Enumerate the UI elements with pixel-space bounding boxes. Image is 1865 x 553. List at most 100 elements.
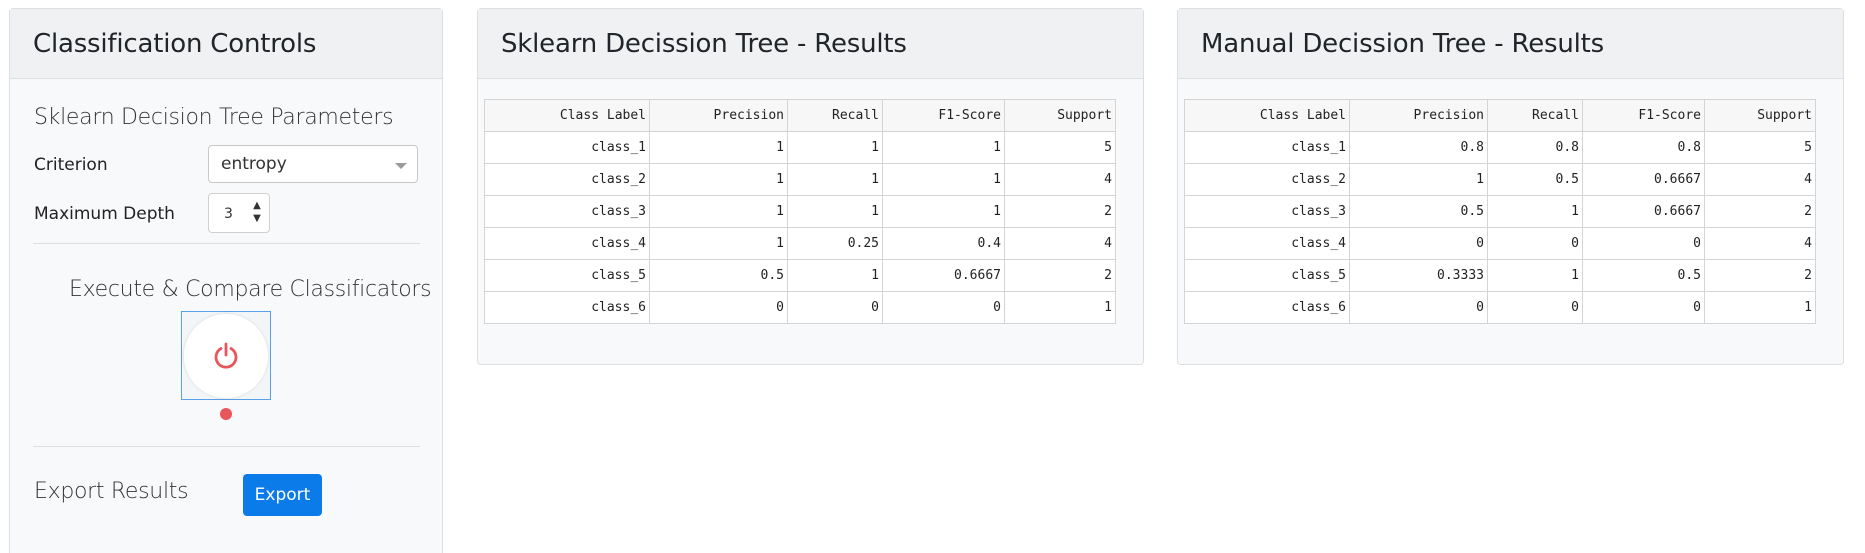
table-header-row: Class Label Precision Recall F1-Score Suppor…	[484, 99, 1116, 132]
table-cell: 0	[1582, 227, 1705, 260]
controls-header: Classification Controls	[10, 9, 442, 79]
criterion-label: Criterion	[34, 155, 108, 175]
power-icon	[214, 342, 238, 369]
column-header: Recall	[787, 99, 883, 132]
max-depth-value: 3	[224, 206, 233, 222]
caret-down-icon	[395, 163, 407, 169]
table-row: class_5 0.3333 1 0.5 2	[1184, 259, 1816, 292]
table-cell: 0.4	[882, 227, 1005, 260]
table-cell: 0.5	[1582, 259, 1705, 292]
table-cell: class_6	[484, 291, 650, 324]
table-cell: 0.8	[1349, 131, 1488, 164]
table-cell: 4	[1004, 227, 1116, 260]
sklearn-results-panel: Sklearn Decission Tree - Results Class L…	[477, 8, 1144, 365]
chevron-down-icon[interactable]: ▼	[251, 213, 263, 225]
table-cell: 0.5	[1487, 163, 1583, 196]
table-row: class_5 0.5 1 0.6667 2	[484, 259, 1116, 292]
table-cell: 2	[1704, 195, 1816, 228]
table-row: class_1 0.8 0.8 0.8 5	[1184, 131, 1816, 164]
table-cell: 1	[649, 195, 788, 228]
column-header: F1-Score	[1582, 99, 1705, 132]
table-cell: class_4	[484, 227, 650, 260]
table-cell: 1	[882, 195, 1005, 228]
manual-results-panel: Manual Decission Tree - Results Class La…	[1177, 8, 1844, 365]
table-cell: 0	[1349, 227, 1488, 260]
power-button-face[interactable]	[184, 314, 268, 398]
table-cell: 1	[882, 131, 1005, 164]
table-cell: 1	[1349, 163, 1488, 196]
table-cell: 1	[649, 163, 788, 196]
table-cell: 0.6667	[1582, 195, 1705, 228]
table-cell: 5	[1004, 131, 1116, 164]
manual-header: Manual Decission Tree - Results	[1178, 9, 1843, 79]
column-header: F1-Score	[882, 99, 1005, 132]
column-header: Class Label	[484, 99, 650, 132]
table-cell: 2	[1004, 195, 1116, 228]
column-header: Class Label	[1184, 99, 1350, 132]
table-row: class_4 1 0.25 0.4 4	[484, 227, 1116, 260]
table-cell: 0	[882, 291, 1005, 324]
max-depth-input[interactable]: 3 ▲ ▼	[208, 193, 270, 233]
table-cell: class_3	[484, 195, 650, 228]
table-cell: class_1	[484, 131, 650, 164]
table-cell: 0.5	[1349, 195, 1488, 228]
column-header: Support	[1004, 99, 1116, 132]
status-indicator-dot	[220, 408, 232, 420]
controls-title: Classification Controls	[33, 28, 317, 59]
table-cell: class_6	[1184, 291, 1350, 324]
column-header: Precision	[649, 99, 788, 132]
table-cell: class_1	[1184, 131, 1350, 164]
table-cell: class_5	[1184, 259, 1350, 292]
table-cell: 0.6667	[1582, 163, 1705, 196]
table-cell: 0.5	[649, 259, 788, 292]
column-header: Recall	[1487, 99, 1583, 132]
table-cell: 0	[1349, 291, 1488, 324]
manual-title: Manual Decission Tree - Results	[1201, 28, 1605, 59]
table-cell: 1	[649, 131, 788, 164]
execute-section-title: Execute & Compare Classificators	[69, 277, 432, 302]
execute-button[interactable]	[181, 311, 271, 400]
table-cell: 0.8	[1487, 131, 1583, 164]
table-cell: 1	[882, 163, 1005, 196]
criterion-selected-value: entropy	[221, 154, 287, 174]
column-header: Precision	[1349, 99, 1488, 132]
table-cell: 1	[649, 227, 788, 260]
export-button[interactable]: Export	[243, 474, 322, 516]
table-cell: 2	[1004, 259, 1116, 292]
sklearn-header: Sklearn Decission Tree - Results	[478, 9, 1143, 79]
export-section-title: Export Results	[34, 479, 189, 504]
max-depth-label: Maximum Depth	[34, 204, 175, 224]
table-cell: 0.25	[787, 227, 883, 260]
table-cell: 0	[787, 291, 883, 324]
table-row: class_6 0 0 0 1	[1184, 291, 1816, 324]
sklearn-results-table: Class Label Precision Recall F1-Score Suppor…	[484, 99, 1116, 324]
table-header-row: Class Label Precision Recall F1-Score Suppor…	[1184, 99, 1816, 132]
table-cell: class_2	[1184, 163, 1350, 196]
params-section-title: Sklearn Decision Tree Parameters	[34, 105, 394, 130]
criterion-select[interactable]: entropy	[208, 145, 418, 183]
table-row: class_2 1 0.5 0.6667 4	[1184, 163, 1816, 196]
table-cell: 0	[649, 291, 788, 324]
table-cell: 4	[1704, 163, 1816, 196]
table-cell: 0.8	[1582, 131, 1705, 164]
table-cell: 1	[1704, 291, 1816, 324]
sklearn-title: Sklearn Decission Tree - Results	[501, 28, 907, 59]
table-cell: 4	[1004, 163, 1116, 196]
table-cell: 2	[1704, 259, 1816, 292]
table-cell: 1	[1004, 291, 1116, 324]
table-row: class_6 0 0 0 1	[484, 291, 1116, 324]
table-cell: class_4	[1184, 227, 1350, 260]
table-cell: class_5	[484, 259, 650, 292]
table-cell: 1	[1487, 195, 1583, 228]
divider	[33, 243, 420, 244]
divider	[33, 446, 420, 447]
table-row: class_4 0 0 0 4	[1184, 227, 1816, 260]
table-row: class_3 0.5 1 0.6667 2	[1184, 195, 1816, 228]
table-cell: 1	[787, 259, 883, 292]
chevron-up-icon[interactable]: ▲	[251, 200, 263, 212]
table-row: class_3 1 1 1 2	[484, 195, 1116, 228]
classification-controls-panel: Classification Controls Sklearn Decision…	[9, 8, 443, 553]
table-cell: 5	[1704, 131, 1816, 164]
column-header: Support	[1704, 99, 1816, 132]
table-cell: 4	[1704, 227, 1816, 260]
